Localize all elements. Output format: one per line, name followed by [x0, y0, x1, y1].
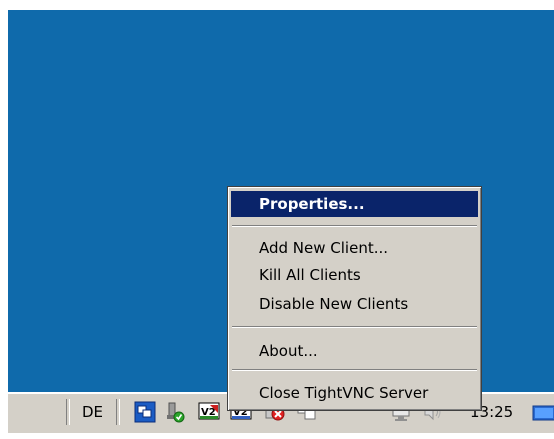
vnc-remote-icon[interactable]: [164, 401, 186, 423]
menu-item-disable-new-clients[interactable]: Disable New Clients: [231, 291, 478, 317]
taskbar-separator: [66, 399, 70, 425]
menu-separator: [232, 326, 477, 328]
taskbar-separator: [116, 399, 120, 425]
menu-item-properties[interactable]: Properties...: [231, 191, 478, 217]
menu-separator: [232, 369, 477, 371]
menu-item-about[interactable]: About...: [231, 338, 478, 364]
tightvnc-icon[interactable]: V2: [198, 401, 220, 423]
menu-separator: [232, 225, 477, 227]
network-icon[interactable]: [134, 401, 156, 423]
menu-item-close-tightvnc-server[interactable]: Close TightVNC Server: [231, 380, 478, 406]
show-desktop-icon[interactable]: [532, 401, 554, 423]
tightvnc-context-menu: Properties... Add New Client... Kill All…: [227, 186, 482, 411]
menu-item-kill-all-clients[interactable]: Kill All Clients: [231, 262, 478, 288]
menu-item-add-new-client[interactable]: Add New Client...: [231, 235, 478, 261]
